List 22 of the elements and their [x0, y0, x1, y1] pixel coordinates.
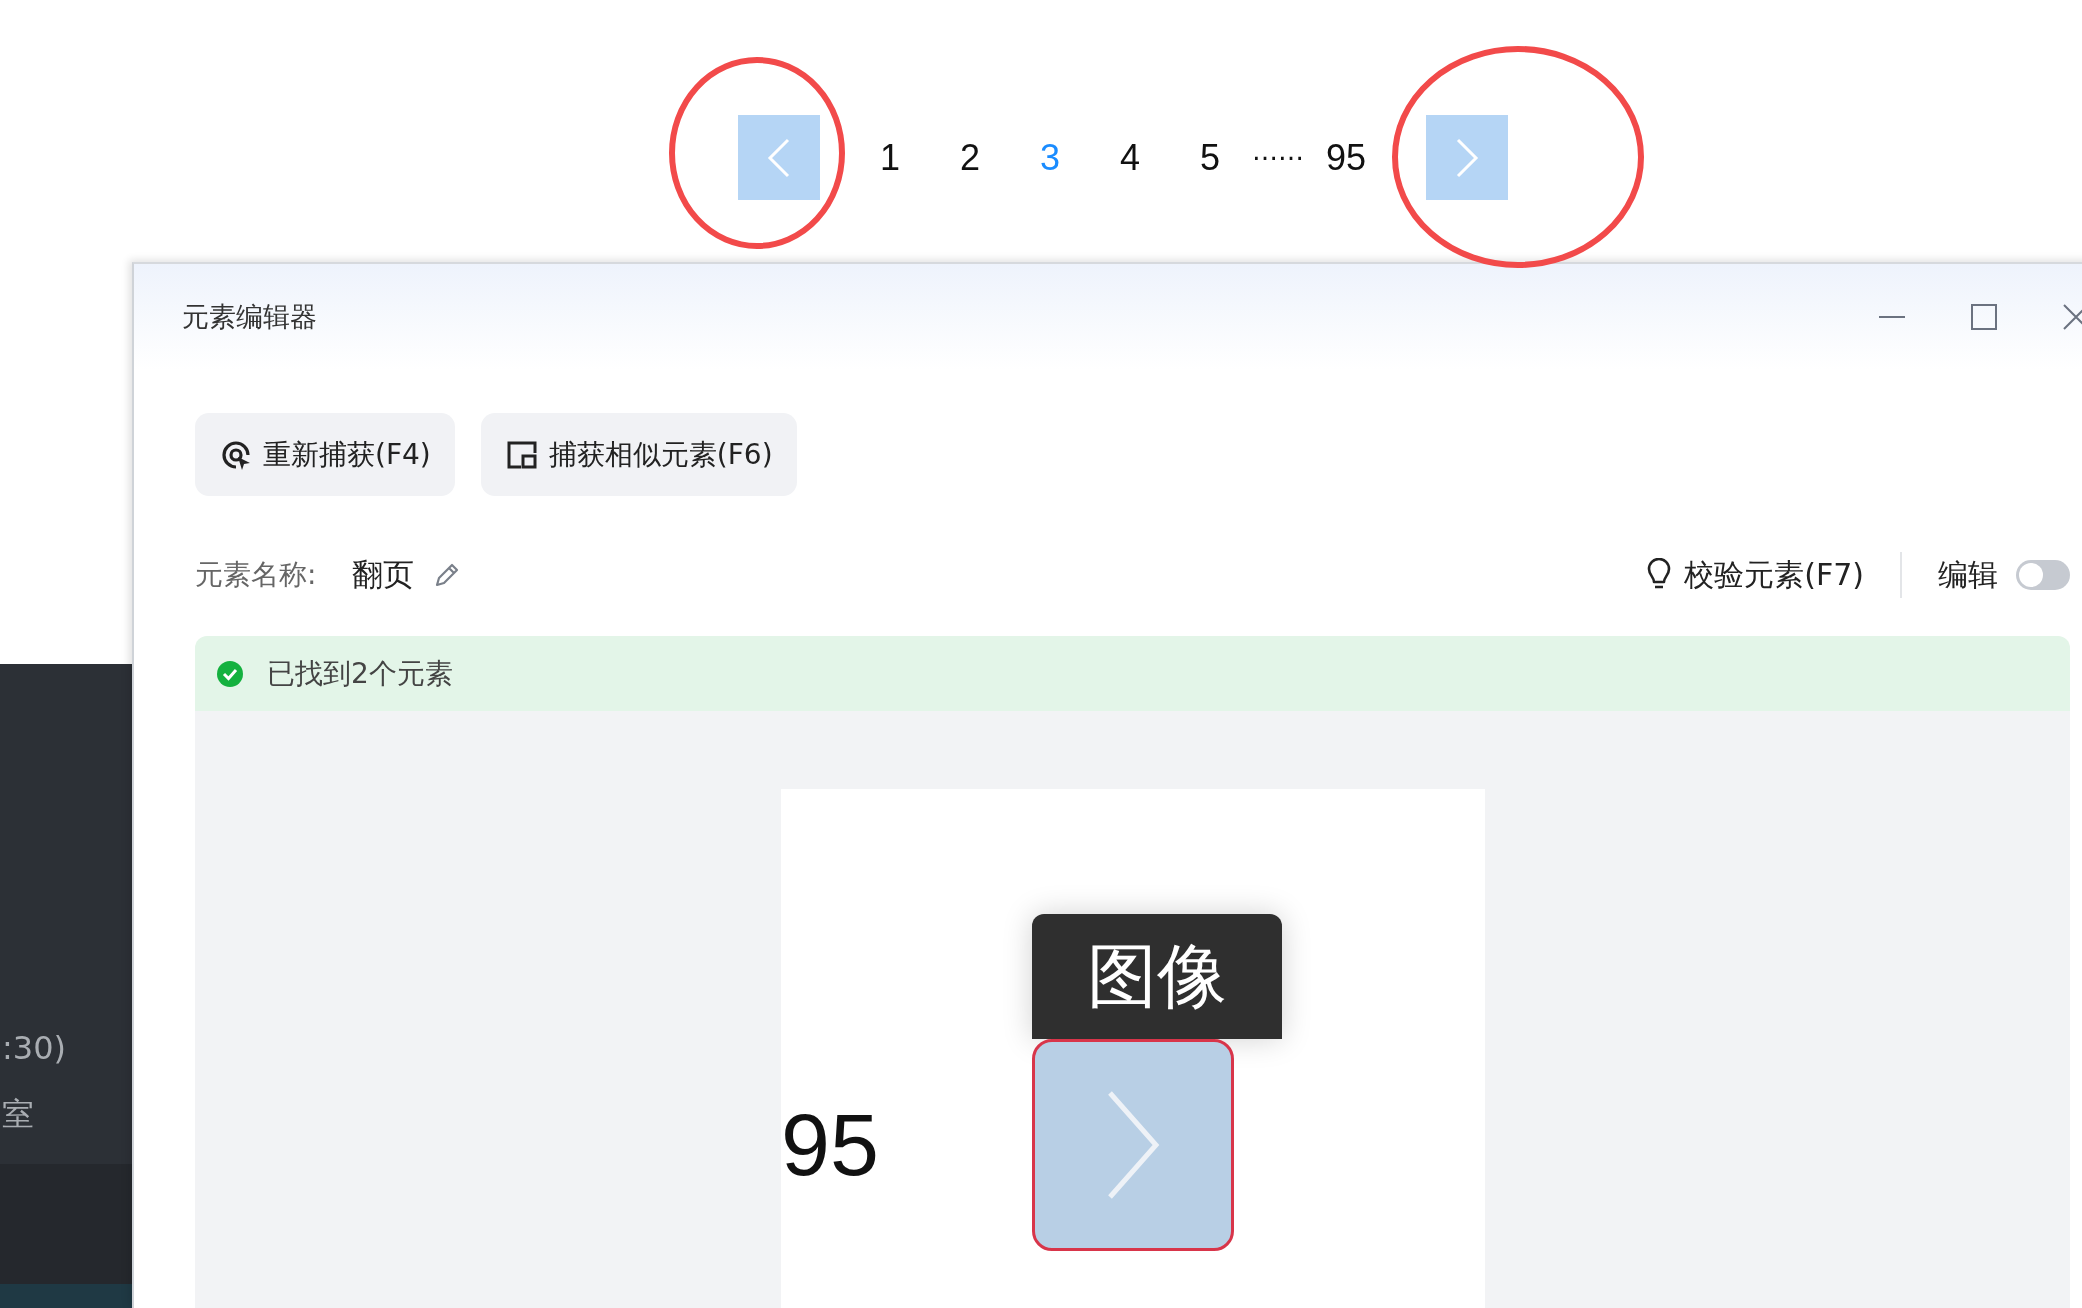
field-label: 元素名称:: [195, 557, 317, 593]
page-number[interactable]: 95: [1306, 115, 1386, 200]
element-name: 翻页: [352, 555, 415, 594]
action-button[interactable]: 捕获相似元素(F6): [480, 413, 797, 496]
status-message: 已找到2个元素: [267, 655, 453, 692]
page-number[interactable]: 4: [1090, 115, 1170, 200]
background-text: :30): [1, 1028, 67, 1069]
tooltip: 图像: [1032, 914, 1282, 1039]
edit-toggle[interactable]: [2016, 560, 2070, 590]
page-number[interactable]: 2: [930, 115, 1010, 200]
validate-button[interactable]: 校验元素(F7): [1646, 554, 1864, 596]
window-title: 元素编辑器: [182, 300, 317, 334]
page-number[interactable]: 1: [850, 115, 930, 200]
toggle-label: 编辑: [1938, 555, 1998, 594]
check-circle-icon: [215, 658, 245, 689]
action-button[interactable]: 重新捕获(F4): [195, 413, 455, 496]
page-number[interactable]: 5: [1170, 115, 1250, 200]
background-text: 室: [1, 1094, 35, 1135]
close-icon[interactable]: [2062, 303, 2082, 331]
page-ellipsis: ……: [1251, 135, 1305, 168]
captured-page-number: 95: [781, 1094, 880, 1196]
maximize-icon[interactable]: [1970, 303, 1998, 331]
